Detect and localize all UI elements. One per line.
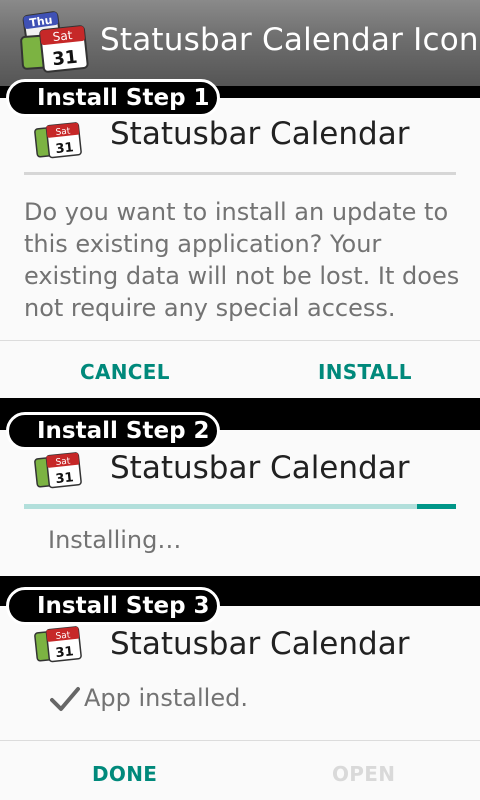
checkmark-icon [50, 687, 80, 711]
title-bar: Thu Sat 31 Statusbar Calendar Icon [0, 0, 480, 86]
small-icon-day-label: Sat [55, 456, 71, 468]
open-button[interactable]: OPEN [332, 762, 395, 786]
install-dialog-step-3: Sat 31 Statusbar Calendar App installed.… [0, 606, 480, 800]
small-icon-date-label: 31 [55, 470, 75, 487]
small-icon-day-label: Sat [55, 126, 71, 138]
calendar-app-icon: Sat 31 [34, 452, 82, 489]
small-icon-day-label: Sat [55, 630, 71, 642]
calendar-app-icon: Sat 31 [34, 626, 82, 663]
small-icon-date-label: 31 [55, 644, 75, 661]
divider [24, 172, 456, 175]
button-separator [0, 740, 480, 741]
app-title: Statusbar Calendar Icon [100, 22, 479, 58]
button-separator [0, 340, 480, 341]
step-label-2: Install Step 2 [6, 412, 220, 450]
step-label-3: Install Step 3 [6, 587, 220, 625]
calendar-app-icon: Sat 31 [34, 122, 82, 159]
install-progress-fill [417, 504, 456, 509]
install-message: Do you want to install an update to this… [24, 198, 460, 322]
installing-status: Installing… [48, 526, 182, 554]
install-dialog-step-1: Sat 31 Statusbar Calendar Do you want to… [0, 98, 480, 398]
install-progress-bar [24, 504, 456, 509]
cancel-button[interactable]: CANCEL [80, 360, 170, 384]
small-icon-date-label: 31 [55, 140, 75, 157]
app-name: Statusbar Calendar [110, 626, 410, 662]
install-dialog-step-2: Sat 31 Statusbar Calendar Installing… [0, 430, 480, 576]
done-button[interactable]: DONE [92, 762, 157, 786]
app-installed-status: App installed. [84, 684, 248, 712]
step-label-1: Install Step 1 [6, 79, 220, 117]
icon-front-day-label: Sat [52, 28, 73, 44]
install-button[interactable]: INSTALL [318, 360, 412, 384]
app-name: Statusbar Calendar [110, 450, 410, 486]
calendar-app-icon: Thu Sat 31 [20, 11, 89, 73]
icon-front-date-label: 31 [51, 47, 78, 71]
app-name: Statusbar Calendar [110, 116, 410, 152]
